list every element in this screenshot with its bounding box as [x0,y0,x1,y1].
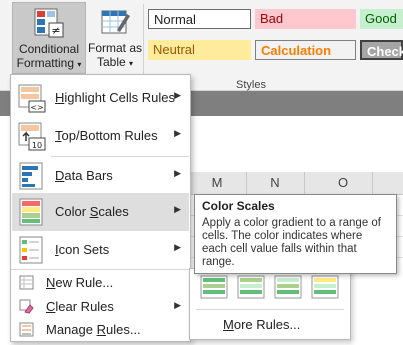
style-calculation[interactable]: Calculation [255,40,356,60]
submenu-separator [196,309,344,310]
conditional-formatting-menu: <> Highlight Cells Rules ▶ 10 Top/Bottom… [10,74,191,342]
menu-item-data-bars[interactable]: Data Bars ▶ [12,157,189,195]
submenu-arrow-icon: ▶ [174,90,181,100]
chevron-down-icon: ▾ [129,59,134,68]
highlight-cells-rules-icon: <> [17,83,47,113]
menu-item-label: Clear Rules [46,299,114,314]
color-scale-option[interactable] [237,275,265,299]
svg-text:10: 10 [32,141,42,150]
menu-item-label: Icon Sets [55,242,110,257]
color-scale-option[interactable] [200,275,228,299]
tooltip-title: Color Scales [202,199,275,213]
style-good[interactable]: Good [360,9,403,29]
menu-item-label: New Rule... [46,275,114,290]
style-bad[interactable]: Bad [255,9,356,29]
format-as-table-button[interactable]: Format as Table ▾ [86,2,144,74]
top-bottom-rules-icon: 10 [17,121,47,151]
more-rules-link[interactable]: More Rules... [223,317,300,332]
column-header-row: M N O [188,172,403,195]
color-scale-option[interactable] [274,275,302,299]
icon-sets-icon [17,235,47,265]
menu-item-label: Top/Bottom Rules [55,128,158,143]
menu-item-label: Data Bars [55,168,113,183]
column-header-m[interactable]: M [188,172,247,194]
style-neutral[interactable]: Neutral [148,40,251,60]
format-as-table-icon [99,6,131,38]
ribbon-separator [143,4,144,84]
chevron-down-icon: ▾ [77,60,82,69]
style-check[interactable]: Check [360,40,403,60]
menu-separator [11,269,189,270]
conditional-formatting-button[interactable]: ≠ Conditional Formatting ▾ [12,2,86,74]
menu-item-label: Manage Rules... [46,322,141,337]
color-scale-option[interactable] [311,275,339,299]
manage-rules-icon [19,322,34,337]
styles-group-label: Styles [236,79,266,91]
menu-item-icon-sets[interactable]: Icon Sets ▶ [12,231,189,269]
color-scales-submenu: More Rules... [189,268,351,340]
menu-item-label: Highlight Cells Rules [55,90,175,105]
fat-label-line1: Format as [87,41,142,55]
menu-item-clear-rules[interactable]: Clear Rules ▶ [12,295,189,318]
conditional-formatting-icon: ≠ [33,7,65,39]
submenu-arrow-icon: ▶ [174,300,181,310]
column-header-n[interactable]: N [246,172,305,194]
style-normal[interactable]: Normal [148,9,251,29]
menu-item-color-scales[interactable]: Color Scales ▶ [12,193,189,231]
menu-item-highlight-cells-rules[interactable]: <> Highlight Cells Rules ▶ [12,79,189,117]
color-scales-icon [17,197,47,227]
menu-item-new-rule[interactable]: New Rule... [12,271,189,294]
submenu-arrow-icon: ▶ [174,128,181,138]
data-bars-icon [17,161,47,191]
cf-label-line1: Conditional [18,42,80,56]
submenu-arrow-icon: ▶ [174,242,181,252]
column-header-o[interactable]: O [314,172,373,194]
submenu-arrow-icon: ▶ [174,204,181,214]
cf-label-line2: Formatting [16,56,74,70]
svg-text:<>: <> [30,103,43,112]
color-scales-tooltip: Color Scales Apply a color gradient to a… [194,194,397,274]
menu-item-label: Color Scales [55,204,129,219]
tooltip-body: Apply a color gradient to a range of cel… [202,217,382,268]
menu-item-top-bottom-rules[interactable]: 10 Top/Bottom Rules ▶ [12,117,189,155]
menu-item-manage-rules[interactable]: Manage Rules... [12,318,189,341]
svg-text:≠: ≠ [51,24,60,37]
submenu-arrow-icon: ▶ [174,168,181,178]
eraser-icon [19,299,34,314]
fat-label-line2: Table [96,55,126,69]
new-rule-icon [19,275,34,290]
